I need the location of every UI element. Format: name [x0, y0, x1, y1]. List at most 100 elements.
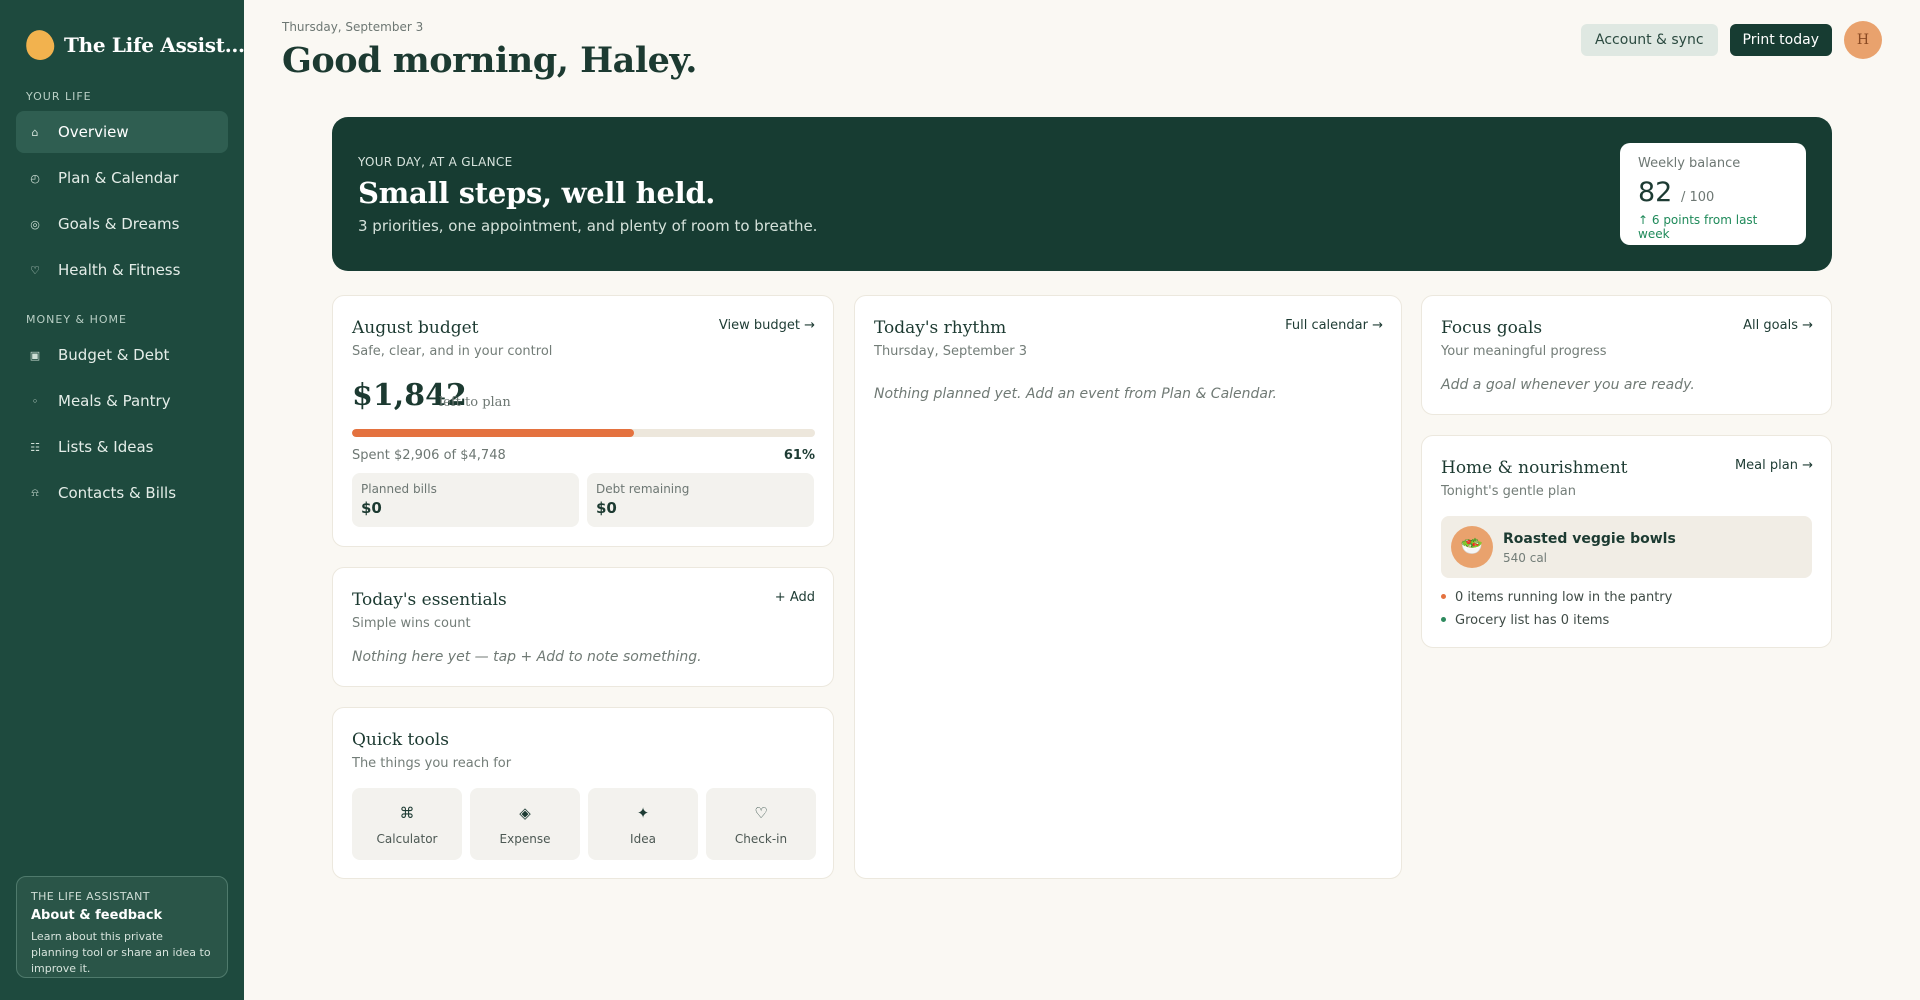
- sidebar-item-label: Health & Fitness: [58, 261, 181, 279]
- expense-icon: ◈: [519, 804, 531, 822]
- add-essential-button[interactable]: + Add: [775, 590, 815, 605]
- sidebar-item-label: Budget & Debt: [58, 346, 170, 364]
- budget-percent: 61%: [783, 448, 815, 463]
- grocery-note-text: Grocery list has 0 items: [1455, 613, 1610, 628]
- sidebar-item-meals-pantry[interactable]: ◦ Meals & Pantry: [16, 380, 228, 422]
- budget-progress-bar: [352, 429, 815, 437]
- print-today-button[interactable]: Print today: [1729, 24, 1832, 56]
- balance-max: / 100: [1680, 190, 1715, 205]
- pantry-note-text: 0 items running low in the pantry: [1455, 590, 1673, 605]
- avatar[interactable]: H: [1844, 21, 1882, 59]
- quick-tools-card: Quick tools The things you reach for ⌘ C…: [332, 707, 834, 879]
- sidebar-item-lists-ideas[interactable]: ☷ Lists & Ideas: [16, 426, 228, 468]
- tool-label: Check-in: [734, 832, 788, 846]
- essentials-title: Today's essentials: [352, 590, 507, 610]
- wallet-icon: ▣: [29, 348, 41, 362]
- home-title: Home & nourishment: [1441, 458, 1628, 478]
- hero-kicker: YOUR DAY, AT A GLANCE: [358, 155, 513, 169]
- balance-delta: ↑ 6 points from last week: [1638, 213, 1758, 241]
- planned-bills-box: Planned bills $0: [352, 473, 579, 527]
- about-feedback-card[interactable]: THE LIFE ASSISTANT About & feedback Lear…: [16, 876, 228, 978]
- header-actions: Account & sync Print today H: [1581, 21, 1882, 59]
- page-header: Thursday, September 3 Good morning, Hale…: [282, 20, 1882, 90]
- about-kicker: THE LIFE ASSISTANT: [31, 890, 150, 903]
- sidebar-item-goals-dreams[interactable]: ◎ Goals & Dreams: [16, 203, 228, 245]
- budget-amount-note: left to plan: [439, 395, 511, 410]
- planned-bills-label: Planned bills: [361, 482, 437, 496]
- pantry-note: 0 items running low in the pantry: [1441, 590, 1672, 605]
- about-text: Learn about this private planning tool o…: [31, 930, 211, 975]
- meal-calories: 540 cal: [1503, 551, 1548, 565]
- clock-icon: ◴: [30, 171, 40, 185]
- bell-icon: ⍾: [31, 486, 39, 499]
- expense-tool-button[interactable]: ◈ Expense: [470, 788, 580, 860]
- all-goals-link[interactable]: All goals →: [1743, 318, 1813, 333]
- debt-remaining-value: $0: [596, 499, 617, 517]
- home-icon: ⌂: [31, 125, 39, 139]
- rhythm-title: Today's rhythm: [874, 318, 1007, 338]
- goals-subtitle: Your meaningful progress: [1441, 344, 1607, 359]
- grocery-note: Grocery list has 0 items: [1441, 613, 1609, 628]
- sidebar-item-health-fitness[interactable]: ♡ Health & Fitness: [16, 249, 228, 291]
- planned-bills-value: $0: [361, 499, 382, 517]
- balance-value: 82: [1638, 177, 1673, 208]
- focus-goals-card: Focus goals Your meaningful progress All…: [1421, 295, 1832, 415]
- meal-name: Roasted veggie bowls: [1503, 531, 1676, 547]
- heart-icon: ♡: [754, 804, 768, 822]
- quick-tools-subtitle: The things you reach for: [352, 756, 512, 771]
- balance-score: 82 / 100: [1638, 177, 1788, 208]
- nav-section-your-life: YOUR LIFE: [26, 90, 92, 103]
- debt-remaining-box: Debt remaining $0: [587, 473, 814, 527]
- account-sync-button[interactable]: Account & sync: [1581, 24, 1718, 56]
- sidebar-item-contacts-bills[interactable]: ⍾ Contacts & Bills: [16, 472, 228, 514]
- full-calendar-link[interactable]: Full calendar →: [1285, 318, 1383, 333]
- quick-tools-title: Quick tools: [352, 730, 450, 750]
- goals-title: Focus goals: [1441, 318, 1543, 338]
- home-nourishment-card: Home & nourishment Tonight's gentle plan…: [1421, 435, 1832, 648]
- pantry-dot-icon: [1441, 594, 1446, 599]
- target-icon: ◎: [30, 217, 40, 231]
- check-in-tool-button[interactable]: ♡ Check-in: [706, 788, 816, 860]
- budget-card: August budget Safe, clear, and in your c…: [332, 295, 834, 547]
- sidebar-item-label: Overview: [58, 123, 129, 141]
- calculator-tool-button[interactable]: ⌘ Calculator: [352, 788, 462, 860]
- sidebar-item-budget-debt[interactable]: ▣ Budget & Debt: [16, 334, 228, 376]
- sidebar-item-overview[interactable]: ⌂ Overview: [16, 111, 228, 153]
- nav-section-money-home: MONEY & HOME: [26, 313, 127, 326]
- calculator-icon: ⌘: [399, 804, 415, 822]
- view-budget-link[interactable]: View budget →: [719, 318, 815, 333]
- grocery-dot-icon: [1441, 617, 1446, 622]
- budget-progress-fill: [352, 429, 635, 437]
- sidebar-item-label: Plan & Calendar: [58, 169, 179, 187]
- sidebar-item-label: Lists & Ideas: [58, 438, 154, 456]
- hero-subtitle: 3 priorities, one appointment, and plent…: [358, 217, 818, 235]
- day-at-a-glance-banner: YOUR DAY, AT A GLANCE Small steps, well …: [332, 117, 1832, 271]
- salad-bowl-icon: 🥗: [1451, 526, 1493, 568]
- tonight-meal[interactable]: 🥗 Roasted veggie bowls 540 cal: [1441, 516, 1812, 578]
- brand[interactable]: The Life Assist...: [0, 0, 245, 70]
- rhythm-card: Today's rhythm Thursday, September 3 Ful…: [854, 295, 1402, 879]
- debt-remaining-label: Debt remaining: [596, 482, 690, 496]
- nav-list-your-life: ⌂ Overview ◴ Plan & Calendar ◎ Goals & D…: [0, 103, 244, 291]
- idea-tool-button[interactable]: ✦ Idea: [588, 788, 698, 860]
- sparkle-icon: ✦: [636, 804, 650, 822]
- home-subtitle: Tonight's gentle plan: [1441, 484, 1577, 499]
- rhythm-empty-note: Nothing planned yet. Add an event from P…: [874, 386, 1277, 402]
- budget-spent-text: Spent $2,906 of $4,748: [352, 448, 506, 463]
- nav-list-money-home: ▣ Budget & Debt ◦ Meals & Pantry ☷ Lists…: [0, 326, 244, 514]
- sidebar-item-plan-calendar[interactable]: ◴ Plan & Calendar: [16, 157, 228, 199]
- balance-label: Weekly balance: [1638, 156, 1741, 171]
- budget-title: August budget: [352, 318, 479, 338]
- sidebar: The Life Assist... YOUR LIFE ⌂ Overview …: [0, 0, 245, 1000]
- dot-icon: ◦: [31, 394, 39, 408]
- sidebar-item-label: Meals & Pantry: [58, 392, 171, 410]
- essentials-card: Today's essentials Simple wins count + A…: [332, 567, 834, 687]
- tool-label: Expense: [499, 832, 551, 846]
- weekly-balance-card: Weekly balance 82 / 100 ↑ 6 points from …: [1620, 143, 1806, 245]
- goals-empty-note: Add a goal whenever you are ready.: [1441, 377, 1695, 393]
- heart-icon: ♡: [30, 263, 40, 277]
- sidebar-item-label: Goals & Dreams: [58, 215, 180, 233]
- budget-subtitle: Safe, clear, and in your control: [352, 344, 553, 359]
- tool-label: Idea: [630, 832, 656, 846]
- meal-plan-link[interactable]: Meal plan →: [1735, 458, 1813, 473]
